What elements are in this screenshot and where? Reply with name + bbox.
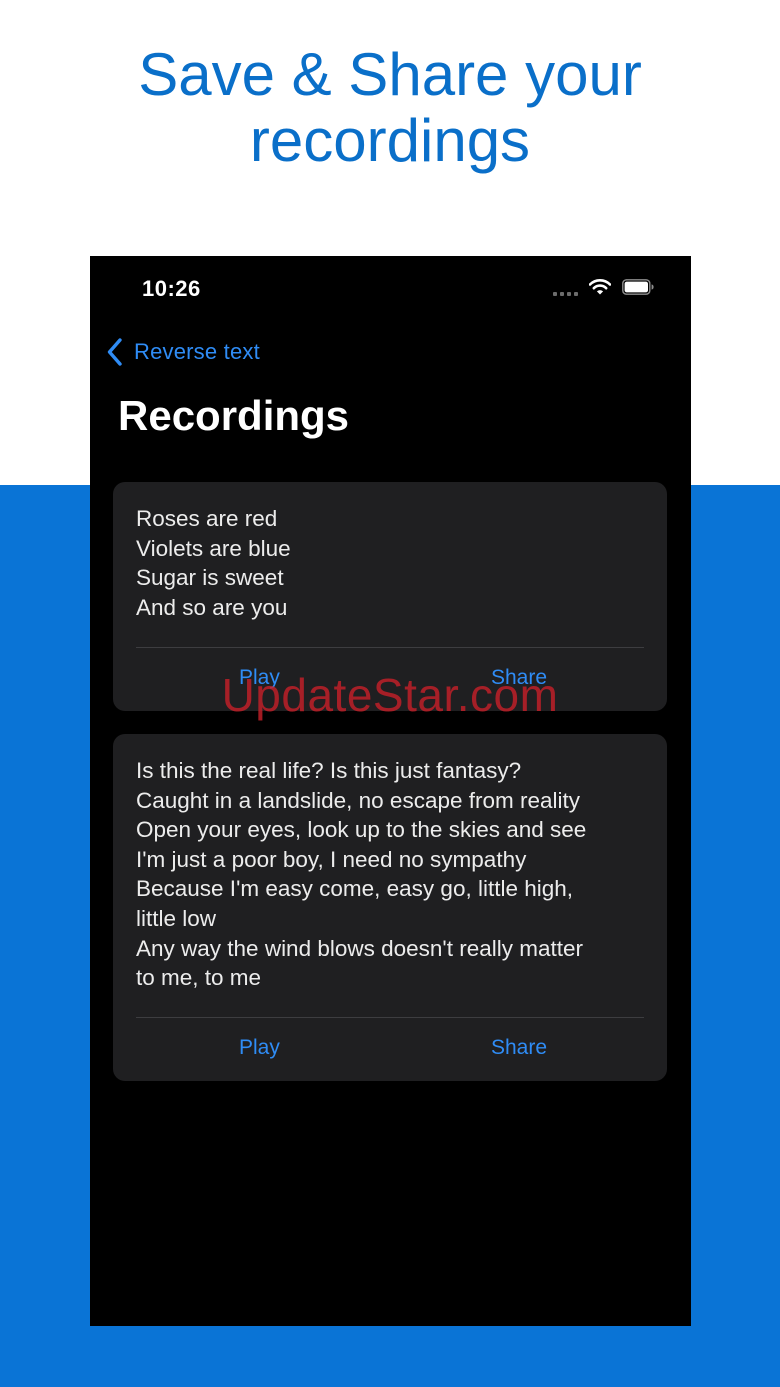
cellular-signal-icon bbox=[553, 292, 578, 296]
share-button[interactable]: Share bbox=[491, 666, 547, 690]
status-time: 10:26 bbox=[142, 276, 201, 301]
play-button[interactable]: Play bbox=[239, 1036, 280, 1060]
back-button-label: Reverse text bbox=[134, 339, 260, 364]
battery-icon bbox=[622, 279, 654, 295]
card-divider bbox=[136, 647, 644, 648]
promo-headline: Save & Share your recordings bbox=[0, 42, 780, 174]
chevron-left-icon bbox=[107, 338, 122, 366]
headline-line-2: recordings bbox=[249, 107, 531, 174]
recording-text: Roses are red Violets are blue Sugar is … bbox=[136, 506, 291, 620]
recording-card: Roses are red Violets are blue Sugar is … bbox=[113, 482, 667, 711]
play-button[interactable]: Play bbox=[239, 666, 280, 690]
back-button[interactable]: Reverse text bbox=[106, 336, 260, 368]
share-button[interactable]: Share bbox=[491, 1036, 547, 1060]
card-divider bbox=[136, 1017, 644, 1018]
phone-screen: 10:26 Reverse text Recordings Roses are … bbox=[90, 256, 691, 1326]
recording-text: Is this the real life? Is this just fant… bbox=[136, 758, 587, 991]
wifi-icon bbox=[589, 279, 611, 295]
recording-card: Is this the real life? Is this just fant… bbox=[113, 734, 667, 1081]
page-title: Recordings bbox=[118, 392, 350, 439]
headline-line-1: Save & Share your bbox=[138, 41, 642, 108]
